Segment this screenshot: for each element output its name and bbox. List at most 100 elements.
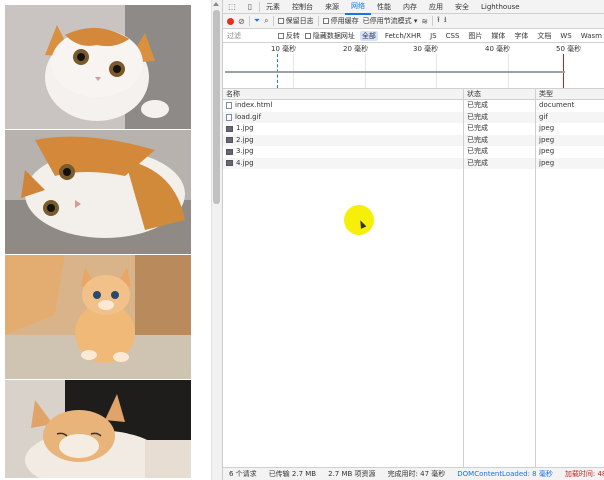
- divider: [272, 16, 274, 26]
- request-name: load.gif: [235, 112, 262, 121]
- document-icon: [226, 113, 232, 121]
- timeline-label-30ms: 30 毫秒: [413, 45, 439, 53]
- timeline-overview[interactable]: 10 毫秒 20 毫秒 30 毫秒 40 毫秒 50 毫秒: [223, 43, 604, 89]
- request-count: 6 个请求: [229, 470, 257, 478]
- request-table-header: 名称 状态 类型: [223, 89, 604, 100]
- invert-checkbox[interactable]: 反转: [277, 31, 300, 41]
- devtools-panel: ⬚ ▯ 元素 控制台 来源 网络 性能 内存 应用 安全 Lighthouse …: [222, 0, 604, 480]
- image-icon: [226, 160, 233, 167]
- dom-content-loaded-time: DOMContentLoaded: 8 毫秒: [457, 470, 553, 478]
- finish-time: 完成用时: 47 毫秒: [387, 470, 446, 478]
- throttle-select[interactable]: 已停用节流模式 ▾: [363, 16, 418, 26]
- filter-chip-font[interactable]: 字体: [512, 31, 530, 41]
- filter-chip-media[interactable]: 媒体: [489, 31, 507, 41]
- request-name: 1.jpg: [236, 124, 254, 132]
- timeline-label-10ms: 10 毫秒: [271, 45, 297, 53]
- timeline-label-40ms: 40 毫秒: [485, 45, 511, 53]
- request-type: jpeg: [535, 146, 604, 158]
- filter-chip-js[interactable]: JS: [428, 32, 439, 40]
- column-header-name[interactable]: 名称: [223, 89, 463, 99]
- document-icon: [226, 102, 232, 110]
- inspect-icon[interactable]: ⬚: [223, 0, 241, 14]
- filter-chip-css[interactable]: CSS: [444, 32, 462, 40]
- table-row[interactable]: 1.jpg 已完成 jpeg: [223, 123, 604, 135]
- table-row[interactable]: 2.jpg 已完成 jpeg: [223, 134, 604, 146]
- request-type: document: [535, 100, 604, 112]
- divider: [432, 16, 434, 26]
- request-type: jpeg: [535, 123, 604, 135]
- tab-lighthouse[interactable]: Lighthouse: [475, 0, 526, 14]
- search-icon[interactable]: ⌕: [264, 16, 268, 26]
- filter-icon[interactable]: ⏷: [254, 16, 260, 26]
- clear-icon[interactable]: ⊘: [238, 17, 245, 26]
- tab-sources[interactable]: 来源: [319, 0, 345, 14]
- tab-performance[interactable]: 性能: [371, 0, 397, 14]
- request-status: 已完成: [463, 111, 535, 123]
- network-summary-bar: 6 个请求 已传输 2.7 MB 2.7 MB 项资源 完成用时: 47 毫秒 …: [223, 467, 604, 480]
- request-name: 3.jpg: [236, 147, 254, 155]
- export-har-icon[interactable]: ⭳: [444, 14, 447, 28]
- cat-photo-1: [5, 5, 191, 129]
- table-row[interactable]: 3.jpg 已完成 jpeg: [223, 146, 604, 158]
- tab-elements[interactable]: 元素: [260, 0, 286, 14]
- filter-chip-fetch-xhr[interactable]: Fetch/XHR: [383, 32, 423, 40]
- request-name: 2.jpg: [236, 135, 254, 144]
- request-status: 已完成: [463, 157, 535, 169]
- divider: [248, 16, 250, 26]
- column-header-type[interactable]: 类型: [535, 89, 604, 99]
- column-divider[interactable]: [535, 92, 536, 467]
- hide-data-urls-checkbox[interactable]: 隐藏数据网址: [304, 31, 355, 41]
- load-time: 加载时间: 48 毫秒: [564, 470, 604, 478]
- filter-input[interactable]: 过滤: [227, 31, 273, 41]
- request-type: gif: [535, 111, 604, 123]
- record-icon[interactable]: [227, 17, 234, 25]
- devtools-tabbar: ⬚ ▯ 元素 控制台 来源 网络 性能 内存 应用 安全 Lighthouse: [223, 0, 604, 15]
- filter-bar: 过滤 反转 隐藏数据网址 全部 Fetch/XHR JS CSS 图片 媒体 字…: [223, 29, 604, 43]
- network-conditions-icon[interactable]: ≋: [421, 17, 428, 26]
- divider: [317, 16, 319, 26]
- request-status: 已完成: [463, 146, 535, 158]
- cat-photo-3: [5, 255, 191, 379]
- tab-memory[interactable]: 内存: [397, 0, 423, 14]
- cat-photo-4: [5, 380, 191, 478]
- timeline-label-50ms: 50 毫秒: [556, 45, 582, 53]
- request-name: index.html: [235, 101, 273, 109]
- filter-chip-wasm[interactable]: Wasm: [579, 32, 604, 40]
- column-divider[interactable]: [463, 92, 464, 467]
- image-icon: [226, 125, 233, 132]
- tab-security[interactable]: 安全: [449, 0, 475, 14]
- filter-chip-doc[interactable]: 文档: [535, 31, 553, 41]
- image-icon: [226, 137, 233, 144]
- import-har-icon[interactable]: ⭱: [437, 14, 440, 28]
- request-type: jpeg: [535, 157, 604, 169]
- table-row[interactable]: load.gif 已完成 gif: [223, 111, 604, 123]
- screen: ⬚ ▯ 元素 控制台 来源 网络 性能 内存 应用 安全 Lighthouse …: [0, 0, 604, 480]
- request-list: index.html 已完成 document load.gif 已完成 gif…: [223, 100, 604, 169]
- resources-size: 2.7 MB 项资源: [328, 470, 376, 478]
- image-icon: [226, 148, 233, 155]
- cat-photo-2: [5, 130, 191, 254]
- request-type: jpeg: [535, 134, 604, 146]
- page-scrollbar-thumb[interactable]: [213, 10, 220, 204]
- tab-console[interactable]: 控制台: [286, 0, 319, 14]
- preserve-log-checkbox[interactable]: 保留日志: [277, 16, 314, 26]
- table-row[interactable]: 4.jpg 已完成 jpeg: [223, 157, 604, 169]
- device-toolbar-icon[interactable]: ▯: [241, 0, 259, 14]
- disable-cache-checkbox[interactable]: 停用缓存: [322, 16, 359, 26]
- request-name: 4.jpg: [236, 158, 254, 167]
- request-status: 已完成: [463, 123, 535, 135]
- filter-chip-all[interactable]: 全部: [359, 30, 378, 41]
- network-toolbar: ⊘ ⏷ ⌕ 保留日志 停用缓存 已停用节流模式 ▾ ≋ ⭱ ⭳: [223, 14, 604, 29]
- request-status: 已完成: [463, 134, 535, 146]
- table-row[interactable]: index.html 已完成 document: [223, 100, 604, 112]
- column-header-status[interactable]: 状态: [463, 89, 535, 99]
- filter-chip-ws[interactable]: WS: [558, 32, 573, 40]
- filter-chip-img[interactable]: 图片: [466, 31, 484, 41]
- request-status: 已完成: [463, 100, 535, 112]
- scroll-up-icon[interactable]: [213, 2, 219, 6]
- tab-application[interactable]: 应用: [423, 0, 449, 14]
- overview-bar: [225, 71, 565, 73]
- transferred-size: 已传输 2.7 MB: [268, 470, 317, 478]
- web-page: [0, 0, 211, 480]
- tab-network[interactable]: 网络: [345, 0, 371, 15]
